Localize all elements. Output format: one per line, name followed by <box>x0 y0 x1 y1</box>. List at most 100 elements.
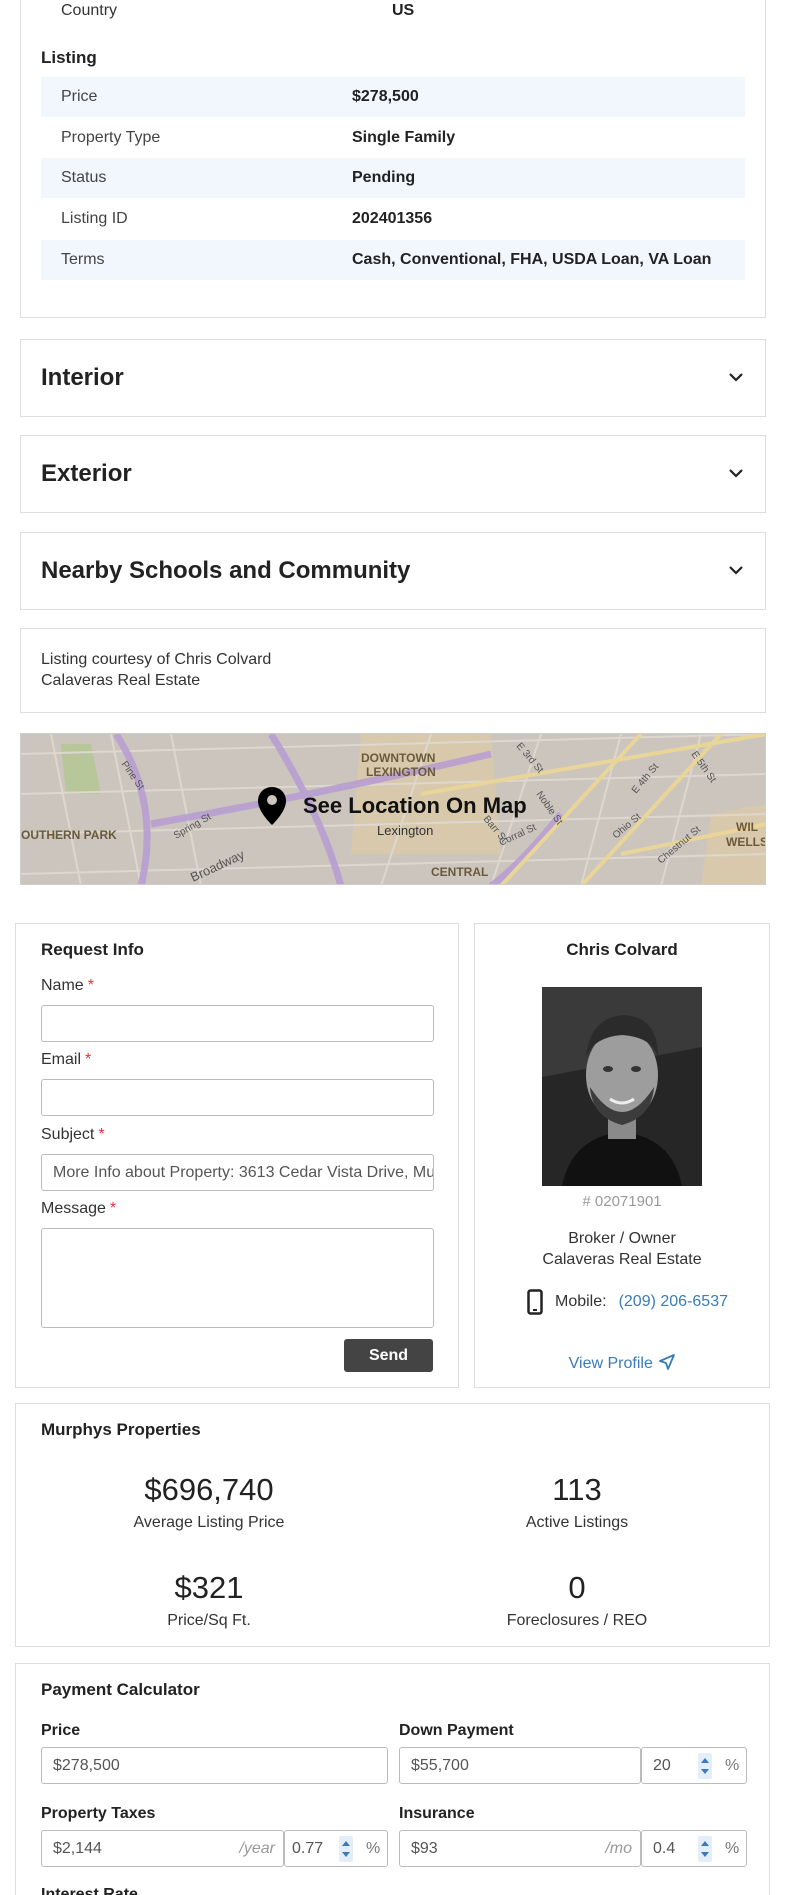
accordion-interior[interactable]: Interior <box>20 339 766 417</box>
calculator-title: Payment Calculator <box>41 1680 200 1699</box>
down-payment-label: Down Payment <box>399 1722 514 1739</box>
property-taxes-value: $2,144 <box>53 1840 102 1857</box>
property-taxes-input[interactable]: $2,144 /year <box>41 1830 284 1867</box>
accordion-title: Interior <box>41 364 124 391</box>
mobile-phone-icon <box>527 1289 543 1315</box>
percent-symbol: % <box>725 1840 740 1857</box>
insurance-value: $93 <box>411 1840 438 1857</box>
agent-portrait-image <box>542 987 702 1186</box>
agent-company: Calaveras Real Estate <box>542 1251 702 1268</box>
percent-symbol: % <box>366 1840 381 1857</box>
interest-rate-label: Interest Rate <box>41 1886 138 1895</box>
map-label-wells-2: WELLS <box>726 835 766 849</box>
stat-value: $321 <box>174 1570 244 1605</box>
down-payment-input[interactable]: $55,700 <box>399 1747 641 1784</box>
insurance-percent-input[interactable]: 0.4 % <box>641 1830 747 1867</box>
mobile-label: Mobile: <box>555 1293 607 1310</box>
detail-row-status: Status Pending <box>41 158 745 198</box>
detail-value: Cash, Conventional, FHA, USDA Loan, VA L… <box>352 251 712 268</box>
agent-mobile: Mobile: (209) 206-6537 <box>527 1289 728 1315</box>
view-profile-label: View Profile <box>568 1355 653 1372</box>
agent-name: Chris Colvard <box>566 940 678 959</box>
required-mark: * <box>85 1051 92 1068</box>
map-label-wells-1: WIL <box>736 820 758 834</box>
property-taxes-percent-input[interactable]: 0.77 % <box>284 1830 388 1867</box>
insurance-percent-value: 0.4 <box>653 1840 676 1857</box>
courtesy-agent: Listing courtesy of Chris Colvard <box>41 651 272 668</box>
agent-card: Chris Colvard # 02071901 Broker / Owner … <box>474 923 770 1388</box>
country-value: US <box>392 2 415 19</box>
detail-label: Price <box>61 88 98 105</box>
stat-label: Price/Sq Ft. <box>167 1612 251 1629</box>
map-label-southern-park: OUTHERN PARK <box>21 828 117 842</box>
agent-photo[interactable] <box>542 987 702 1186</box>
required-mark: * <box>87 977 94 994</box>
stat-value: $696,740 <box>144 1472 274 1507</box>
chevron-down-icon <box>729 566 743 575</box>
stepper-arrows-icon[interactable] <box>698 1753 712 1779</box>
detail-value: 202401356 <box>352 210 433 227</box>
agent-role-block: Broker / Owner Calaveras Real Estate <box>475 1228 769 1270</box>
detail-row-property-type: Property Type Single Family <box>41 118 745 158</box>
accordion-title: Exterior <box>41 460 132 487</box>
accordion-nearby-schools[interactable]: Nearby Schools and Community <box>20 532 766 610</box>
insurance-input[interactable]: $93 /mo <box>399 1830 641 1867</box>
stat-label: Average Listing Price <box>133 1514 285 1531</box>
message-label: Message * <box>41 1200 117 1217</box>
property-taxes-label: Property Taxes <box>41 1805 156 1822</box>
see-location-label: See Location On Map <box>303 793 527 818</box>
area-stats-card: Murphys Properties $696,740 Average List… <box>15 1403 770 1647</box>
per-month-suffix: /mo <box>605 1840 632 1857</box>
see-location-button[interactable]: See Location On Map <box>257 786 527 826</box>
stat-label: Active Listings <box>525 1514 629 1531</box>
insurance-label: Insurance <box>399 1805 475 1822</box>
map-label-lexington: LEXINGTON <box>366 765 436 779</box>
listing-courtesy: Listing courtesy of Chris Colvard Calave… <box>20 628 766 713</box>
per-year-suffix: /year <box>239 1840 275 1857</box>
payment-calculator: Payment Calculator Price $278,500 Down P… <box>15 1663 770 1895</box>
name-label: Name * <box>41 977 94 994</box>
stat-value: 113 <box>552 1472 602 1507</box>
listing-heading: Listing <box>41 48 97 67</box>
message-field[interactable] <box>41 1228 434 1328</box>
country-label: Country <box>61 2 118 19</box>
down-payment-percent-input[interactable]: 20 % <box>641 1747 747 1784</box>
country-row: Country US <box>61 0 741 24</box>
required-mark: * <box>98 1126 105 1143</box>
name-field[interactable] <box>41 1005 434 1042</box>
detail-label: Property Type <box>61 129 161 146</box>
email-label: Email * <box>41 1051 92 1068</box>
required-mark: * <box>109 1200 117 1217</box>
subject-field[interactable]: More Info about Property: 3613 Cedar Vis… <box>41 1154 434 1191</box>
accordion-title: Nearby Schools and Community <box>41 557 411 584</box>
mobile-phone-link[interactable]: (209) 206-6537 <box>619 1293 728 1311</box>
send-button[interactable]: Send <box>344 1339 433 1372</box>
map-pin-icon <box>258 787 286 825</box>
stepper-arrows-icon[interactable] <box>698 1836 712 1862</box>
stepper-arrows-icon[interactable] <box>339 1836 353 1862</box>
price-value: $278,500 <box>53 1757 120 1774</box>
send-arrow-icon <box>659 1354 676 1370</box>
price-input[interactable]: $278,500 <box>41 1747 388 1784</box>
detail-row-price: Price $278,500 <box>41 77 745 117</box>
detail-value: Pending <box>352 169 416 186</box>
map-label-central: CENTRAL <box>431 865 488 879</box>
stat-label: Foreclosures / REO <box>506 1612 648 1629</box>
agent-license: # 02071901 <box>582 1193 662 1210</box>
request-info-title: Request Info <box>41 940 144 959</box>
detail-value: Single Family <box>352 129 456 146</box>
property-taxes-percent-value: 0.77 <box>292 1840 324 1857</box>
stat-value: 0 <box>568 1570 586 1605</box>
location-map[interactable]: DOWNTOWN LEXINGTON Lexington OUTHERN PAR… <box>20 733 766 885</box>
request-info-form: Request Info Name * Email * Subject * More … <box>15 923 459 1388</box>
percent-symbol: % <box>725 1757 740 1774</box>
detail-row-listing-id: Listing ID 202401356 <box>41 199 745 239</box>
detail-label: Terms <box>61 251 105 268</box>
chevron-down-icon <box>729 373 743 382</box>
accordion-exterior[interactable]: Exterior <box>20 435 766 513</box>
agent-role: Broker / Owner <box>568 1230 676 1247</box>
email-field[interactable] <box>41 1079 434 1116</box>
courtesy-company: Calaveras Real Estate <box>41 672 201 689</box>
price-label: Price <box>41 1722 81 1739</box>
view-profile-link[interactable]: View Profile <box>475 1354 769 1373</box>
